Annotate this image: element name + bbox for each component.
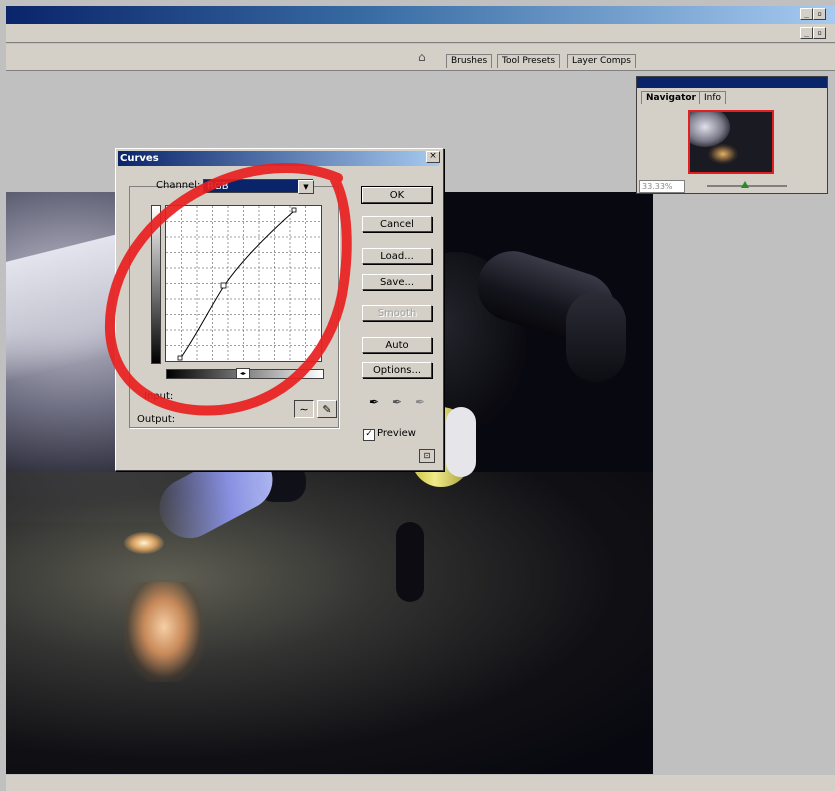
seafloor [6,472,653,774]
cancel-button[interactable]: Cancel [362,216,432,232]
navigator-panel: Navigator Info 33.33% [636,76,828,194]
options-button[interactable]: Options... [362,362,432,378]
restore-icon[interactable]: ▫ [813,8,826,20]
curve-point-white[interactable] [291,207,297,213]
channel-label: Channel: [156,180,201,191]
curve-svg[interactable] [166,206,321,361]
smooth-button[interactable]: Smooth [362,305,432,321]
palette-well-icon[interactable]: ⌂ [418,50,434,66]
navigator-thumbnail[interactable] [688,110,774,174]
auto-button[interactable]: Auto [362,337,432,353]
tab-tool-presets[interactable]: Tool Presets [497,54,561,68]
tab-info[interactable]: Info [699,91,727,104]
sea-fan-coral [124,582,204,682]
curve-graph[interactable] [165,205,322,362]
input-label: Input: [144,391,174,402]
diver-tank-end [566,292,626,382]
dialog-title: Curves [118,151,439,166]
bright-spot [124,532,164,554]
chevron-down-icon[interactable]: ▼ [298,180,314,194]
curve-point-black[interactable] [177,355,183,361]
tab-layer-comps[interactable]: Layer Comps [567,54,636,68]
output-label: Output: [137,414,176,425]
doc-minimize-icon[interactable]: _ [800,27,813,39]
minimize-icon[interactable]: _ [800,8,813,20]
curve-point-icon[interactable]: ∼ [294,400,314,418]
diver-fin [396,522,424,602]
preview-label: Preview [377,428,416,439]
navigator-title-bar[interactable] [637,77,827,88]
status-strip [6,775,835,791]
output-gradient-bar [151,205,161,364]
thumb-coral [708,144,738,164]
expand-dialog-icon[interactable]: ⊡ [419,449,435,463]
eyedropper-black-icon[interactable]: ✒ [366,395,382,409]
eyedropper-white-icon[interactable]: ✒ [412,395,428,409]
doc-restore-icon[interactable]: ▫ [813,27,826,39]
preview-checkbox[interactable]: ✓ [363,429,375,441]
channel-select[interactable]: RGB [203,179,313,193]
ok-button[interactable]: OK [361,186,433,204]
load-button[interactable]: Load... [362,248,432,264]
pencil-icon[interactable]: ✎ [317,400,337,418]
curve-line[interactable] [179,210,295,360]
app-title-bar [6,6,835,24]
thumb-highlight [690,112,730,147]
eyedropper-gray-icon[interactable]: ✒ [389,395,405,409]
tab-navigator[interactable]: Navigator [641,91,701,104]
zoom-slider-knob[interactable] [741,181,749,188]
tab-brushes[interactable]: Brushes [446,54,493,68]
zoom-field[interactable]: 33.33% [639,180,685,193]
white-band [446,407,476,477]
close-icon[interactable]: × [426,151,440,163]
curves-dialog: Curves × Channel: RGB ▼ ◂▸ Input: Output… [115,148,444,471]
document-window-bar [6,24,835,43]
gradient-toggle-icon[interactable]: ◂▸ [236,368,250,379]
save-button[interactable]: Save... [362,274,432,290]
curve-point-mid[interactable] [220,282,227,289]
